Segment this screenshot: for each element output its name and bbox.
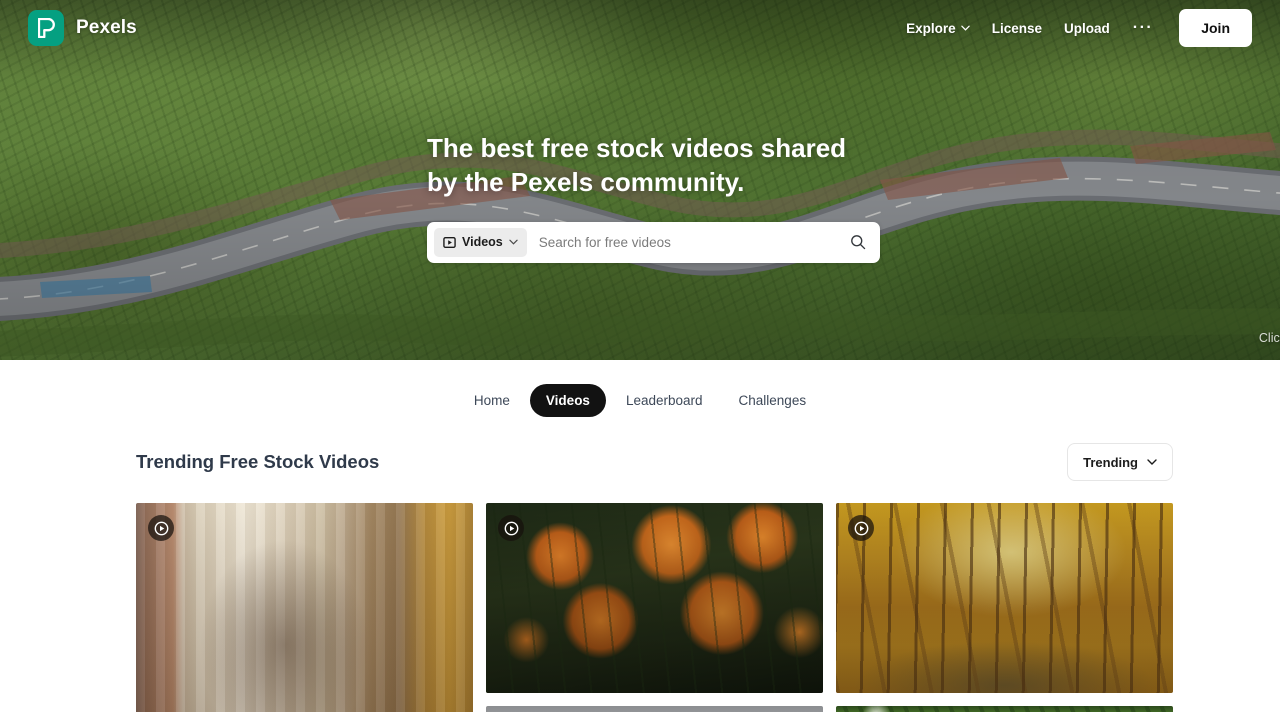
brand-logo-link[interactable]: Pexels [28, 10, 137, 46]
chevron-down-icon [960, 25, 970, 31]
logo-p-glyph [37, 18, 55, 38]
nav-item-upload[interactable]: Upload [1053, 13, 1121, 44]
hero-search-bar: Videos [427, 221, 880, 263]
play-glyph [154, 521, 168, 535]
nav-item-explore-label: Explore [906, 20, 956, 36]
search-input[interactable] [526, 234, 842, 250]
ellipsis-icon[interactable]: ··· [1121, 16, 1165, 40]
sort-dropdown-button[interactable]: Trending [1067, 443, 1173, 481]
video-thumbnail [486, 706, 823, 712]
media-type-select[interactable]: Videos [434, 227, 527, 257]
play-glyph [504, 521, 518, 535]
video-thumbnail [836, 706, 1173, 712]
hero-banner: Pexels Explore License Upload ··· Join T… [0, 0, 1280, 360]
video-card[interactable] [836, 503, 1173, 693]
search-icon [851, 235, 866, 250]
hero-photo-credit[interactable]: Click [1259, 331, 1280, 345]
site-header: Pexels Explore License Upload ··· Join [0, 0, 1280, 56]
nav-item-upload-label: Upload [1063, 20, 1110, 36]
video-card[interactable] [136, 503, 473, 712]
brand-name: Pexels [76, 17, 137, 38]
tab-challenges[interactable]: Challenges [723, 384, 823, 417]
nav-item-license[interactable]: License [981, 13, 1053, 44]
chevron-down-icon [509, 239, 518, 245]
video-card[interactable] [486, 706, 823, 712]
gallery-column-1 [136, 503, 473, 712]
join-button[interactable]: Join [1179, 9, 1252, 47]
gallery-column-3 [836, 503, 1173, 712]
video-thumbnail [836, 503, 1173, 693]
video-thumbnail [136, 503, 473, 712]
video-gallery-grid [0, 481, 1280, 712]
pexels-logo-icon [28, 10, 64, 46]
tab-videos[interactable]: Videos [529, 384, 606, 417]
gallery-column-2 [486, 503, 823, 712]
video-card[interactable] [486, 503, 823, 693]
hero-headline: The best free stock videos shared by the… [427, 133, 847, 197]
hero-content: The best free stock videos shared by the… [0, 132, 1280, 263]
primary-nav: Explore License Upload ··· Join [895, 9, 1252, 47]
tab-home[interactable]: Home [458, 384, 526, 417]
video-play-box-icon [443, 236, 456, 248]
sort-dropdown-label: Trending [1083, 454, 1138, 470]
media-type-label: Videos [462, 235, 503, 250]
section-header: Trending Free Stock Videos Trending [0, 417, 1280, 481]
video-thumbnail [486, 503, 823, 693]
content-tabs: Home Videos Leaderboard Challenges [0, 360, 1280, 417]
play-glyph [854, 521, 868, 535]
video-card[interactable] [836, 706, 1173, 712]
tab-leaderboard[interactable]: Leaderboard [610, 384, 719, 417]
search-submit-button[interactable] [842, 228, 874, 256]
nav-item-explore[interactable]: Explore [895, 13, 981, 44]
play-circle-icon[interactable] [498, 515, 524, 541]
play-circle-icon[interactable] [148, 515, 174, 541]
play-circle-icon[interactable] [848, 515, 874, 541]
page-title: Trending Free Stock Videos [136, 451, 380, 472]
nav-item-license-label: License [991, 20, 1042, 36]
chevron-down-icon [1147, 459, 1157, 465]
